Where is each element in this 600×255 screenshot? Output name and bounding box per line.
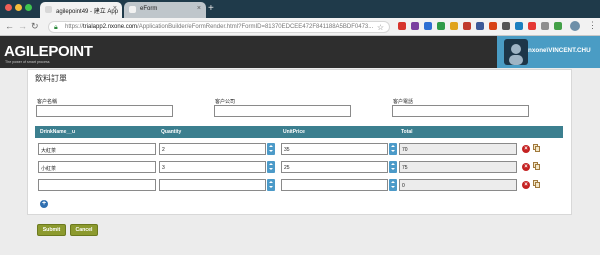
- lock-icon: 🔒︎: [54, 24, 58, 31]
- unit-price-stepper[interactable]: [389, 143, 397, 155]
- cancel-button[interactable]: Cancel: [70, 224, 98, 236]
- extension-icon[interactable]: [502, 22, 510, 30]
- unit-price-stepper[interactable]: [389, 179, 397, 191]
- drink-name-input[interactable]: 小紅茶: [38, 161, 156, 173]
- browser-tab-bar: agilepoint49 - 建立 App × eForm × +: [0, 0, 600, 18]
- quantity-input[interactable]: 3: [159, 161, 266, 173]
- window-minimize-dot[interactable]: [15, 4, 22, 11]
- extension-icon[interactable]: [411, 22, 419, 30]
- address-bar[interactable]: 🔒︎ https://trialapp2.nxone.com/Applicati…: [48, 21, 390, 33]
- window-close-dot[interactable]: [5, 4, 12, 11]
- drink-name-input[interactable]: [38, 179, 156, 191]
- reload-icon[interactable]: ↻: [31, 21, 39, 32]
- tab-close-icon[interactable]: ×: [197, 5, 201, 12]
- new-tab-icon[interactable]: +: [208, 3, 214, 14]
- agilepoint-logo: AGILEPOINT: [4, 43, 93, 60]
- browser-toolbar: ← → ↻ 🔒︎ https://trialapp2.nxone.com/App…: [0, 18, 600, 36]
- drink-name-input[interactable]: 大紅茶: [38, 143, 156, 155]
- customer-name-input[interactable]: [36, 105, 173, 117]
- forward-arrow-icon[interactable]: →: [18, 21, 27, 32]
- quantity-stepper[interactable]: [267, 179, 275, 191]
- extension-icon[interactable]: [541, 22, 549, 30]
- logo-tagline: The power of smart process: [5, 60, 50, 64]
- quantity-input[interactable]: 2: [159, 143, 266, 155]
- column-header-total: Total: [401, 129, 413, 135]
- column-header-quantity: Quantity: [161, 129, 182, 135]
- window-maximize-dot[interactable]: [25, 4, 32, 11]
- customer-name-label: 客户名稱: [37, 99, 58, 105]
- back-arrow-icon[interactable]: ←: [5, 21, 14, 32]
- extension-icon[interactable]: [476, 22, 484, 30]
- form-card: [27, 69, 572, 215]
- submit-button[interactable]: Submit: [37, 224, 66, 236]
- tab-label: eForm: [140, 6, 158, 12]
- column-header-unitprice: UnitPrice: [283, 129, 305, 135]
- unit-price-input[interactable]: [281, 179, 388, 191]
- total-field: 0: [399, 179, 517, 191]
- total-field: 70: [399, 143, 517, 155]
- form-title: 飲料訂單: [35, 74, 67, 83]
- quantity-input[interactable]: [159, 179, 266, 191]
- column-header-drinkname: DrinkName__u: [40, 129, 76, 135]
- extension-icon[interactable]: [515, 22, 523, 30]
- username-label[interactable]: nxone\VINCENT.CHU: [528, 47, 591, 54]
- tab-close-icon[interactable]: ×: [113, 5, 117, 12]
- extension-icon[interactable]: [437, 22, 445, 30]
- customer-company-label: 客户公司: [215, 99, 236, 105]
- extension-icon[interactable]: [528, 22, 536, 30]
- quantity-stepper[interactable]: [267, 143, 275, 155]
- extension-icon[interactable]: [450, 22, 458, 30]
- add-row-icon[interactable]: +: [40, 200, 48, 208]
- delete-row-icon[interactable]: ×: [522, 163, 530, 171]
- unit-price-input[interactable]: 35: [281, 143, 388, 155]
- browser-tab-app[interactable]: agilepoint49 - 建立 App ×: [40, 2, 122, 18]
- unit-price-stepper[interactable]: [389, 161, 397, 173]
- bookmark-star-icon[interactable]: ☆: [377, 23, 384, 32]
- copy-row-icon[interactable]: [533, 162, 541, 171]
- browser-menu-icon[interactable]: ⋮: [588, 20, 597, 31]
- extension-icon[interactable]: [554, 22, 562, 30]
- profile-avatar-icon[interactable]: [570, 21, 580, 31]
- customer-phone-label: 客户電話: [393, 99, 414, 105]
- customer-phone-input[interactable]: [392, 105, 529, 117]
- extension-icon[interactable]: [398, 22, 406, 30]
- delete-row-icon[interactable]: ×: [522, 181, 530, 189]
- tab-label: agilepoint49 - 建立 App: [56, 9, 119, 15]
- unit-price-input[interactable]: 25: [281, 161, 388, 173]
- url-host: trialapp2.nxone.com: [83, 24, 138, 30]
- delete-row-icon[interactable]: ×: [522, 145, 530, 153]
- url-scheme: https://: [65, 24, 84, 30]
- tab-favicon-icon: [129, 6, 136, 13]
- copy-row-icon[interactable]: [533, 180, 541, 189]
- user-avatar[interactable]: [504, 39, 528, 65]
- copy-row-icon[interactable]: [533, 144, 541, 153]
- browser-tab-eform[interactable]: eForm ×: [124, 2, 206, 18]
- extension-icon[interactable]: [489, 22, 497, 30]
- extension-icon[interactable]: [424, 22, 432, 30]
- url-path: /ApplicationBuilder/eFormRender.html?For…: [137, 24, 374, 30]
- extension-icon[interactable]: [463, 22, 471, 30]
- quantity-stepper[interactable]: [267, 161, 275, 173]
- tab-favicon-icon: [45, 6, 52, 13]
- customer-company-input[interactable]: [214, 105, 351, 117]
- total-field: 75: [399, 161, 517, 173]
